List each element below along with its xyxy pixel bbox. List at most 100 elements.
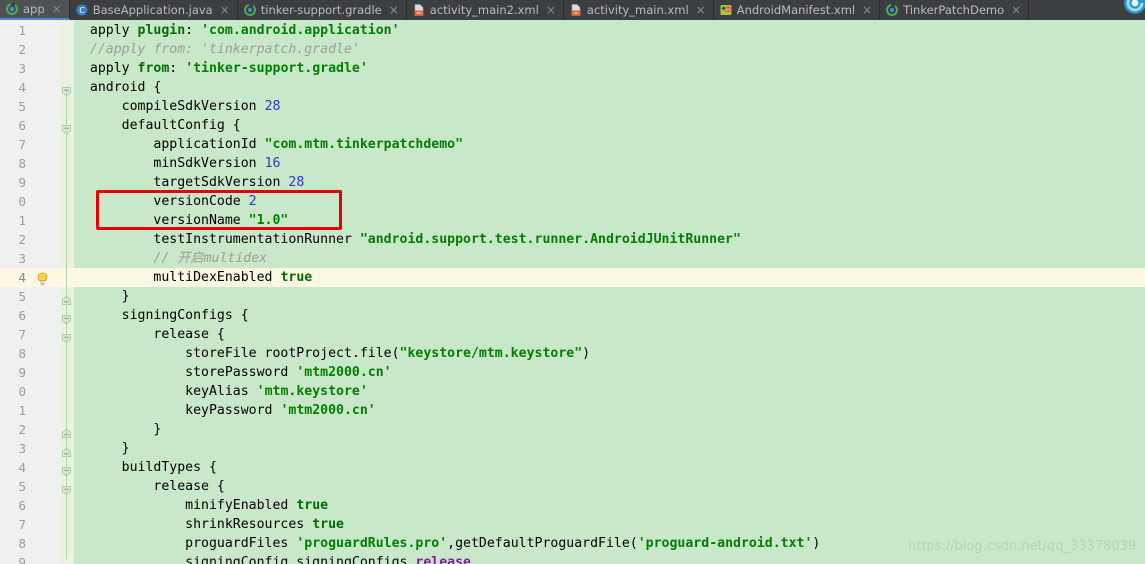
close-icon[interactable]: × <box>546 0 556 20</box>
code-line-text[interactable]: } <box>74 287 130 306</box>
editor-tab-label: activity_main.xml <box>586 3 689 17</box>
code-line[interactable]: 1 apply plugin: 'com.android.application… <box>0 21 1145 40</box>
code-line[interactable]: 2 } <box>0 420 1145 439</box>
close-icon[interactable]: × <box>696 0 706 20</box>
code-token-str: 'com.android.application' <box>201 23 400 38</box>
code-line-text[interactable]: signingConfig signingConfigs.release <box>74 553 471 564</box>
code-line[interactable]: 3 apply from: 'tinker-support.gradle' <box>0 59 1145 78</box>
code-line-text[interactable]: compileSdkVersion 28 <box>74 97 281 116</box>
line-number: 9 <box>18 365 26 380</box>
code-line[interactable]: 5 } <box>0 287 1145 306</box>
code-line-text[interactable]: versionName "1.0" <box>74 211 288 230</box>
line-number: 1 <box>18 23 26 38</box>
code-line-text[interactable]: apply plugin: 'com.android.application' <box>74 21 400 40</box>
code-line[interactable]: 2 testInstrumentationRunner "android.sup… <box>0 230 1145 249</box>
code-line-text[interactable]: release { <box>74 325 225 344</box>
code-line-text[interactable]: proguardFiles 'proguardRules.pro',getDef… <box>74 534 820 553</box>
code-line-text[interactable]: } <box>74 420 161 439</box>
line-number: 7 <box>18 517 26 532</box>
fold-region-line <box>66 338 67 426</box>
code-line[interactable]: 4 android { <box>0 78 1145 97</box>
fold-strip-cell <box>60 40 74 59</box>
code-line[interactable]: 0 versionCode 2 <box>0 192 1145 211</box>
code-editor[interactable]: 1 apply plugin: 'com.android.application… <box>0 20 1145 564</box>
code-token-plain: release { <box>74 327 225 342</box>
code-line-text[interactable]: android { <box>74 78 161 97</box>
editor-tab-activity-main-xml[interactable]: <> activity_main.xml × <box>564 0 714 20</box>
manifest-xml-icon: <> <box>720 5 732 15</box>
code-line[interactable]: 9 targetSdkVersion 28 <box>0 173 1145 192</box>
code-line-text[interactable]: apply from: 'tinker-support.gradle' <box>74 59 368 78</box>
code-line[interactable]: 0 keyAlias 'mtm.keystore' <box>0 382 1145 401</box>
code-token-num: 2 <box>248 194 257 209</box>
code-line-text[interactable]: } <box>74 439 130 458</box>
close-icon[interactable]: × <box>862 0 872 20</box>
code-line-text[interactable]: // 开启multidex <box>74 249 267 268</box>
code-line-text[interactable]: versionCode 2 <box>74 192 257 211</box>
code-token-str: 'mtm.keystore' <box>256 384 368 399</box>
code-token-str: 'proguardRules.pro' <box>296 536 448 551</box>
code-line-text[interactable]: signingConfigs { <box>74 306 249 325</box>
code-line-text[interactable]: //apply from: 'tinkerpatch.gradle' <box>74 40 360 59</box>
line-number: 9 <box>18 555 26 564</box>
code-line[interactable]: 3 } <box>0 439 1145 458</box>
code-line[interactable]: 8 minSdkVersion 16 <box>0 154 1145 173</box>
fold-strip-cell <box>60 154 74 173</box>
code-line-text[interactable]: release { <box>74 477 224 496</box>
code-line[interactable]: 4 buildTypes { <box>0 458 1145 477</box>
code-line-text[interactable]: minifyEnabled true <box>74 496 328 515</box>
code-line[interactable]: 6 defaultConfig { <box>0 116 1145 135</box>
fold-strip-cell <box>60 135 74 154</box>
code-line[interactable]: 6 minifyEnabled true <box>0 496 1145 515</box>
code-line[interactable]: 3 // 开启multidex <box>0 249 1145 268</box>
java-class-icon: C <box>76 4 88 16</box>
line-number: 3 <box>18 251 26 266</box>
code-line[interactable]: 7 applicationId "com.mtm.tinkerpatchdemo… <box>0 135 1145 154</box>
code-line[interactable]: 5 release { <box>0 477 1145 496</box>
close-icon[interactable]: × <box>1011 0 1021 20</box>
editor-tab-tinker-support-gradle[interactable]: tinker-support.gradle × <box>238 0 407 20</box>
code-line[interactable]: 7 shrinkResources true <box>0 515 1145 534</box>
code-token-kw: true <box>280 270 313 285</box>
editor-tab-tinkerpatchdemo[interactable]: TinkerPatchDemo × <box>880 0 1030 20</box>
code-line[interactable]: 8 storeFile rootProject.file("keystore/m… <box>0 344 1145 363</box>
code-token-plain: multiDexEnabled <box>74 270 281 285</box>
editor-tab-app[interactable]: app × <box>0 0 70 20</box>
code-line[interactable]: 1 versionName "1.0" <box>0 211 1145 230</box>
code-line-text[interactable]: testInstrumentationRunner "android.suppo… <box>74 230 741 249</box>
line-number: 7 <box>18 327 26 342</box>
code-line[interactable]: 4 multiDexEnabled true <box>0 268 1145 287</box>
code-line[interactable]: 1 keyPassword 'mtm2000.cn' <box>0 401 1145 420</box>
intention-bulb-icon[interactable] <box>36 271 49 286</box>
code-line[interactable]: 7 release { <box>0 325 1145 344</box>
editor-tab-androidmanifest-xml[interactable]: <> AndroidManifest.xml × <box>714 0 881 20</box>
code-line[interactable]: 6 signingConfigs { <box>0 306 1145 325</box>
code-line-text[interactable]: multiDexEnabled true <box>74 268 312 287</box>
editor-tab-label: BaseApplication.java <box>92 3 213 17</box>
editor-tab-baseapplication-java[interactable]: C BaseApplication.java × <box>70 0 238 20</box>
code-line-text[interactable]: storePassword 'mtm2000.cn' <box>74 363 391 382</box>
editor-tab-label: AndroidManifest.xml <box>736 3 856 17</box>
code-line[interactable]: 9 signingConfig signingConfigs.release <box>0 553 1145 564</box>
code-line-text[interactable]: minSdkVersion 16 <box>74 154 280 173</box>
close-icon[interactable]: × <box>389 0 399 20</box>
code-line-text[interactable]: applicationId "com.mtm.tinkerpatchdemo" <box>74 135 463 154</box>
fold-strip-cell <box>60 21 74 40</box>
editor-tab-activity-main2-xml[interactable]: <> activity_main2.xml × <box>407 0 564 20</box>
code-token-str: "com.mtm.tinkerpatchdemo" <box>264 137 464 152</box>
close-icon[interactable]: × <box>220 0 230 20</box>
code-token-plain: applicationId <box>74 137 265 152</box>
code-line-text[interactable]: storeFile rootProject.file("keystore/mtm… <box>74 344 590 363</box>
code-line-text[interactable]: defaultConfig { <box>74 116 241 135</box>
code-line[interactable]: 5 compileSdkVersion 28 <box>0 97 1145 116</box>
code-line-text[interactable]: shrinkResources true <box>74 515 344 534</box>
code-line-text[interactable]: keyPassword 'mtm2000.cn' <box>74 401 376 420</box>
code-line-text[interactable]: keyAlias 'mtm.keystore' <box>74 382 368 401</box>
code-line[interactable]: 9 storePassword 'mtm2000.cn' <box>0 363 1145 382</box>
code-line-text[interactable]: buildTypes { <box>74 458 217 477</box>
code-token-plain: ) <box>582 346 591 361</box>
code-line[interactable]: 2 //apply from: 'tinkerpatch.gradle' <box>0 40 1145 59</box>
close-icon[interactable]: × <box>52 0 62 19</box>
code-line-text[interactable]: targetSdkVersion 28 <box>74 173 304 192</box>
line-number: 0 <box>18 384 26 399</box>
